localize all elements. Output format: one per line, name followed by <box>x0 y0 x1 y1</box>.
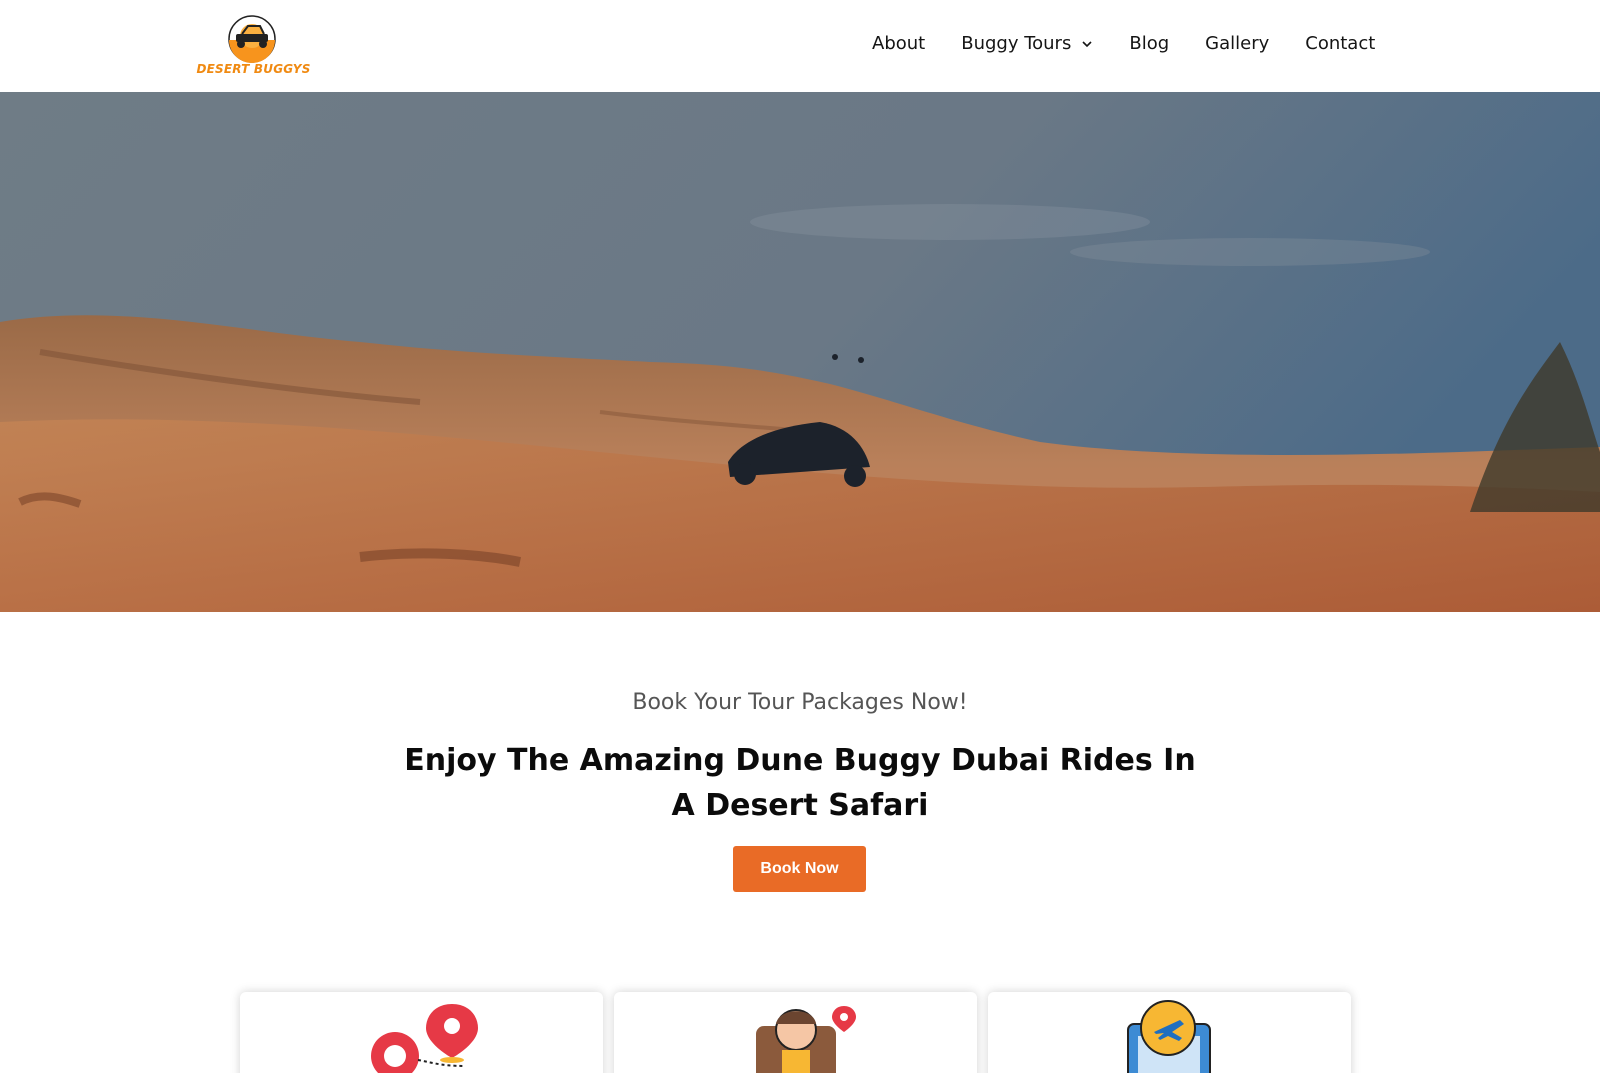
nav-gallery[interactable]: Gallery <box>1205 33 1269 54</box>
nav-blog-label: Blog <box>1129 33 1170 54</box>
nav-about-label: About <box>872 33 926 54</box>
feature-card-traveler <box>614 992 977 1073</box>
nav-buggy-tours-label: Buggy Tours <box>961 33 1072 54</box>
site-header: DESERT BUGGYS About Buggy Tours Blog Gal… <box>0 0 1600 92</box>
section-subtitle: Book Your Tour Packages Now! <box>632 690 968 715</box>
hero-video[interactable] <box>0 92 1600 612</box>
site-logo[interactable]: DESERT BUGGYS <box>196 14 311 78</box>
feature-card-flight <box>988 992 1351 1073</box>
route-pin-icon <box>371 1004 478 1073</box>
desert-dune-image <box>0 92 1600 612</box>
airplane-booking-icon <box>1127 1000 1211 1073</box>
section-title: Enjoy The Amazing Dune Buggy Dubai Rides… <box>404 743 1196 823</box>
chevron-down-icon <box>1082 40 1092 47</box>
main-nav: About Buggy Tours Blog Gallery Contact <box>872 33 1375 54</box>
nav-about[interactable]: About <box>872 33 925 54</box>
buggy-logo-icon <box>228 15 276 63</box>
nav-contact-label: Contact <box>1305 33 1376 54</box>
feature-card-route <box>240 992 603 1073</box>
logo-text: DESERT BUGGYS <box>196 62 311 76</box>
book-now-button[interactable]: Book Now <box>733 846 866 892</box>
nav-buggy-tours[interactable]: Buggy Tours <box>961 33 1093 54</box>
nav-contact[interactable]: Contact <box>1305 33 1375 54</box>
traveler-backpack-icon <box>756 1006 856 1073</box>
nav-gallery-label: Gallery <box>1205 33 1270 54</box>
nav-blog[interactable]: Blog <box>1129 33 1169 54</box>
